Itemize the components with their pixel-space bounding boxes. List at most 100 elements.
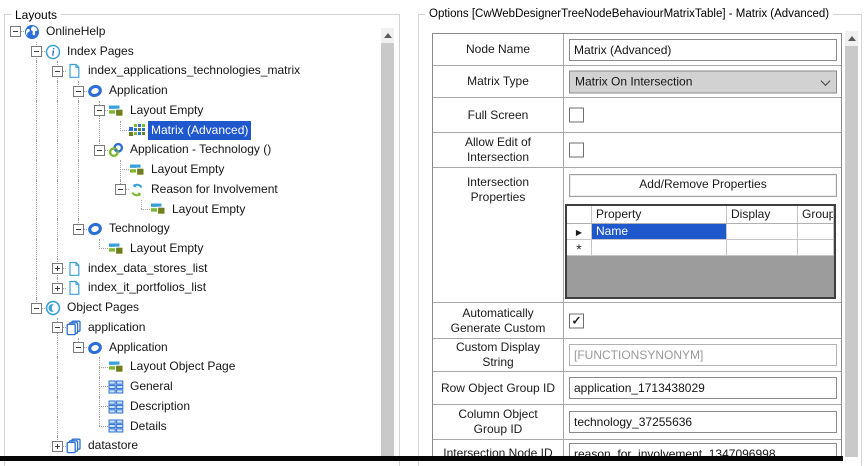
expand-icon[interactable] [52,441,63,452]
column-object-group-id-input[interactable] [569,411,837,433]
expand-icon[interactable] [52,283,63,294]
scroll-up-button[interactable] [845,31,858,46]
tree-row-description[interactable]: Description [6,397,380,417]
sync-icon [129,182,145,198]
grid-cell[interactable] [592,240,727,255]
tree-guide-line [57,377,58,397]
tree-row-layout-empty[interactable]: Layout Empty [6,239,380,259]
node-name-label: Node Name [433,34,564,65]
grid-column-header-group[interactable]: Group [798,206,834,223]
grid-new-row-indicator[interactable]: * [567,240,592,255]
tree-guide-line [57,338,58,358]
automatically-generate-custom-checkbox[interactable]: ✓ [569,313,584,328]
tree-node-label: Index Pages [64,42,137,62]
tree-row-reason-for-involvement[interactable]: Reason for Involvement [6,180,380,200]
collapse-icon[interactable] [94,105,105,116]
node-name-input[interactable] [569,39,837,61]
grid-column-header-display[interactable]: Display [727,206,798,223]
full-screen-checkbox[interactable] [569,108,584,123]
grid-cell[interactable] [727,240,798,255]
collapse-icon[interactable] [52,322,63,333]
tree-guide-line [57,160,58,180]
circle-c-icon [45,300,61,316]
svg-text:i: i [52,47,55,58]
tree-row-index-pages[interactable]: i Index Pages [6,42,380,62]
tree-node-label: OnlineHelp [43,22,108,42]
tree-guide-line [78,140,79,160]
row-object-group-id-input[interactable] [569,377,837,399]
options-table: Node NameMatrix TypeMatrix On Intersecti… [432,33,842,460]
tree-node-label: Application [106,338,171,358]
scrollbar-thumb[interactable] [381,43,394,457]
tree-row-index-it-portfolios-list[interactable]: index_it_portfolios_list [6,278,380,298]
tree-row-index-data-stores-list[interactable]: index_data_stores_list [6,259,380,279]
custom-display-string-input[interactable] [569,344,837,366]
collapse-icon[interactable] [31,46,42,57]
option-row-row-object-group-id: Row Object Group ID [433,372,841,405]
tree-guide-line [36,259,37,279]
allow-edit-of-intersection-label: Allow Edit of Intersection [433,133,564,167]
window-bottom-edge [0,456,843,461]
matrix-icon [129,123,145,139]
collapse-icon[interactable] [10,26,21,37]
collapse-icon[interactable] [115,184,126,195]
collapse-icon[interactable] [94,145,105,156]
tree-row-object-pages[interactable]: Object Pages [6,298,380,318]
ring-icon [87,221,103,237]
grid-cell[interactable]: Name [592,224,727,239]
node-name-value [564,34,841,65]
grid-cell[interactable] [798,224,834,239]
page-icon [66,63,82,79]
tree-row-details[interactable]: Details [6,417,380,437]
grid-cell[interactable] [727,224,798,239]
collapse-icon[interactable] [73,342,84,353]
collapse-icon[interactable] [31,303,42,314]
grid-current-row-indicator[interactable]: ▶ [567,224,592,239]
globe-icon [24,24,40,40]
grid-column-header-property[interactable]: Property [592,206,727,223]
tree-guide-line [57,180,58,200]
tree-node-label: datastore [85,436,141,456]
tree-node-label: Technology [106,219,173,239]
tree-node-label: Layout Empty [148,160,227,180]
collapse-icon[interactable] [52,66,63,77]
tree-row-index-applications-technologies-matrix[interactable]: index_applications_technologies_matrix [6,61,380,81]
collapse-icon[interactable] [73,224,84,235]
tree-row-application-technology[interactable]: Application - Technology () [6,140,380,160]
matrix-type-value: Matrix On Intersection [564,66,841,97]
layouts-tree: OnlineHelp i Index Pagesindex_applications… [6,22,380,458]
expand-icon[interactable] [52,263,63,274]
collapse-icon[interactable] [73,86,84,97]
tree-connector-line [99,426,108,427]
tree-row-layout-empty[interactable]: Layout Empty [6,160,380,180]
matrix-type-dropdown[interactable]: Matrix On Intersection [569,70,837,93]
scrollbar-thumb[interactable] [845,46,858,457]
info-icon: i [45,44,61,60]
tree-row-application[interactable]: Application [6,81,380,101]
tree-row-layout-empty[interactable]: Layout Empty [6,200,380,220]
tree-row-technology[interactable]: Technology [6,219,380,239]
pages-icon [66,320,82,336]
allow-edit-of-intersection-checkbox[interactable] [569,143,584,158]
layout-icon [108,359,124,375]
scroll-up-icon [848,36,856,41]
tree-row-application[interactable]: application [6,318,380,338]
tree-row-layout-object-page[interactable]: Layout Object Page [6,357,380,377]
scroll-up-button[interactable] [381,28,394,43]
row-object-group-id-label: Row Object Group ID [433,372,564,404]
ring-icon [87,340,103,356]
tree-guide-line [78,180,79,200]
grid-cell[interactable] [798,240,834,255]
automatically-generate-custom-value: ✓ [564,303,841,338]
layout-icon [108,241,124,257]
intersection-properties-label: Intersection Properties [433,168,564,302]
tree-guide-line [57,417,58,437]
tree-row-general[interactable]: General [6,377,380,397]
tree-row-onlinehelp[interactable]: OnlineHelp [6,22,380,42]
tree-row-application[interactable]: Application [6,338,380,358]
tree-row-datastore[interactable]: datastore [6,436,380,456]
tree-row-matrix-advanced[interactable]: Matrix (Advanced) [6,121,380,141]
tree-guide-line [57,200,58,220]
tree-row-layout-empty[interactable]: Layout Empty [6,101,380,121]
add-remove-properties-button[interactable]: Add/Remove Properties [569,174,837,197]
